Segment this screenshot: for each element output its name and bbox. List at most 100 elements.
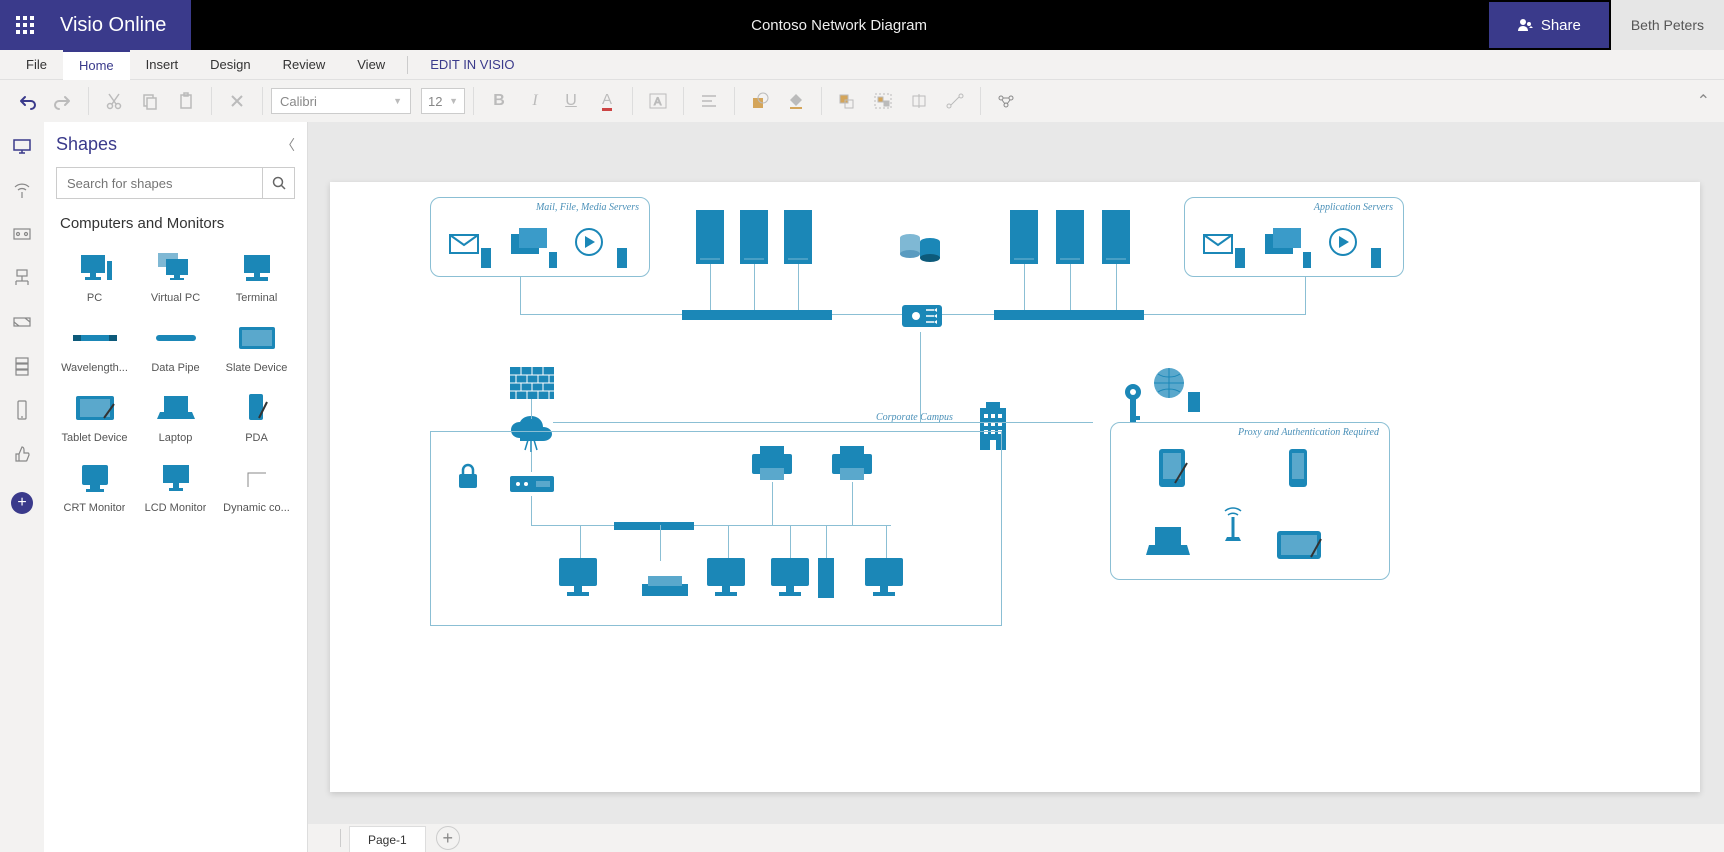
group-proxy[interactable]: Proxy and Authentication Required xyxy=(1110,422,1390,580)
connector-line xyxy=(772,482,773,526)
shape-tablet-device[interactable]: Tablet Device xyxy=(56,386,133,450)
group-app-servers[interactable]: Application Servers xyxy=(1184,197,1404,277)
server-rack-icon[interactable] xyxy=(1010,210,1038,264)
align-button[interactable] xyxy=(692,84,726,118)
cut-button[interactable] xyxy=(97,84,131,118)
connector-line xyxy=(1116,264,1117,314)
undo-button[interactable] xyxy=(10,84,44,118)
italic-button[interactable]: I xyxy=(518,84,552,118)
pc-icon[interactable] xyxy=(770,558,810,602)
router-icon[interactable] xyxy=(896,297,948,335)
shape-slate-device[interactable]: Slate Device xyxy=(218,316,295,380)
connector-line xyxy=(531,452,532,472)
app-launcher-button[interactable] xyxy=(0,0,50,50)
globe-icon[interactable] xyxy=(1152,366,1186,400)
change-shape-button[interactable] xyxy=(989,84,1023,118)
tower-icon[interactable] xyxy=(818,558,834,598)
collapse-ribbon-button[interactable]: ⌃ xyxy=(1693,87,1714,115)
server-rack-icon[interactable] xyxy=(1056,210,1084,264)
tab-insert[interactable]: Insert xyxy=(130,50,195,80)
tab-home[interactable]: Home xyxy=(63,50,130,80)
search-icon[interactable] xyxy=(262,168,294,198)
firewall-icon[interactable] xyxy=(510,367,554,399)
shape-wavelength[interactable]: Wavelength... xyxy=(56,316,133,380)
pc-icon[interactable] xyxy=(864,558,904,602)
lock-icon[interactable] xyxy=(456,462,480,490)
shapes-nav: + xyxy=(0,122,44,852)
tab-file[interactable]: File xyxy=(10,50,63,80)
shape-pc[interactable]: PC xyxy=(56,246,133,310)
underline-button[interactable]: U xyxy=(554,84,588,118)
position-button[interactable] xyxy=(902,84,936,118)
shapes-nav-wireless[interactable] xyxy=(6,174,38,206)
server-rack-icon[interactable] xyxy=(740,210,768,264)
fill-button[interactable] xyxy=(779,84,813,118)
connector-button[interactable] xyxy=(938,84,972,118)
modem-icon[interactable] xyxy=(508,470,556,496)
tab-design[interactable]: Design xyxy=(194,50,266,80)
group-button[interactable] xyxy=(866,84,900,118)
paste-button[interactable] xyxy=(169,84,203,118)
shapes-nav-rack[interactable] xyxy=(6,218,38,250)
shape-virtual-pc[interactable]: Virtual PC xyxy=(137,246,214,310)
server-rack-icon[interactable] xyxy=(784,210,812,264)
data-pipe-icon[interactable] xyxy=(682,310,832,320)
user-name[interactable]: Beth Peters xyxy=(1611,0,1724,50)
shape-crt-monitor[interactable]: CRT Monitor xyxy=(56,456,133,520)
ribbon-toolbar: Calibri▼ 12▼ B I U A A ⌃ xyxy=(0,80,1724,122)
server-rack-icon[interactable] xyxy=(696,210,724,264)
delete-button[interactable] xyxy=(220,84,254,118)
copy-button[interactable] xyxy=(133,84,167,118)
share-button[interactable]: Share xyxy=(1489,2,1609,48)
font-select[interactable]: Calibri▼ xyxy=(271,88,411,114)
page-tab-1[interactable]: Page-1 xyxy=(349,826,426,852)
add-page-button[interactable]: + xyxy=(436,826,460,850)
scanner-icon[interactable] xyxy=(642,576,688,596)
text-block-button[interactable]: A xyxy=(641,84,675,118)
connector-line xyxy=(728,525,729,561)
data-pipe-icon[interactable] xyxy=(614,522,694,530)
shape-data-pipe[interactable]: Data Pipe xyxy=(137,316,214,380)
data-pipe-icon[interactable] xyxy=(994,310,1144,320)
shapes-nav-servers[interactable] xyxy=(6,350,38,382)
connector-line xyxy=(920,332,921,422)
shapes-nav-network[interactable] xyxy=(6,262,38,294)
database-cluster-icon[interactable] xyxy=(896,228,944,266)
connector-line xyxy=(1070,264,1071,314)
arrange-button[interactable] xyxy=(830,84,864,118)
shapes-nav-mobile[interactable] xyxy=(6,394,38,426)
bold-button[interactable]: B xyxy=(482,84,516,118)
tab-review[interactable]: Review xyxy=(267,50,342,80)
pc-icon[interactable] xyxy=(706,558,746,602)
shapes-search xyxy=(56,167,295,199)
connector-line xyxy=(553,422,1093,423)
shape-pda[interactable]: PDA xyxy=(218,386,295,450)
tab-view[interactable]: View xyxy=(341,50,401,80)
group-mail-servers[interactable]: Mail, File, Media Servers xyxy=(430,197,650,277)
shapes-nav-like[interactable] xyxy=(6,438,38,470)
shape-laptop[interactable]: Laptop xyxy=(137,386,214,450)
pc-icon[interactable] xyxy=(558,558,598,602)
shape-dynamic-connector[interactable]: Dynamic co... xyxy=(218,456,295,520)
redo-button[interactable] xyxy=(46,84,80,118)
tab-edit-in-visio[interactable]: EDIT IN VISIO xyxy=(414,50,530,80)
shape-style-button[interactable] xyxy=(743,84,777,118)
server-small-icon[interactable] xyxy=(1188,392,1200,412)
document-title[interactable]: Contoso Network Diagram xyxy=(191,17,1486,34)
font-size-select[interactable]: 12▼ xyxy=(421,88,465,114)
shapes-grid: PC Virtual PC Terminal Wavelength... Dat… xyxy=(56,246,295,520)
shapes-nav-computers[interactable] xyxy=(6,130,38,162)
canvas-area[interactable]: Mail, File, Media Servers A xyxy=(308,122,1724,852)
canvas-page[interactable]: Mail, File, Media Servers A xyxy=(330,182,1700,792)
separator xyxy=(407,56,408,74)
printer-icon[interactable] xyxy=(828,442,876,482)
server-rack-icon[interactable] xyxy=(1102,210,1130,264)
shape-lcd-monitor[interactable]: LCD Monitor xyxy=(137,456,214,520)
printer-icon[interactable] xyxy=(748,442,796,482)
font-color-button[interactable]: A xyxy=(590,84,624,118)
shape-terminal[interactable]: Terminal xyxy=(218,246,295,310)
shapes-search-input[interactable] xyxy=(57,168,262,198)
shapes-nav-connector[interactable] xyxy=(6,306,38,338)
shapes-collapse-button[interactable]: 〈 xyxy=(281,135,295,155)
shapes-nav-add[interactable]: + xyxy=(11,492,33,514)
